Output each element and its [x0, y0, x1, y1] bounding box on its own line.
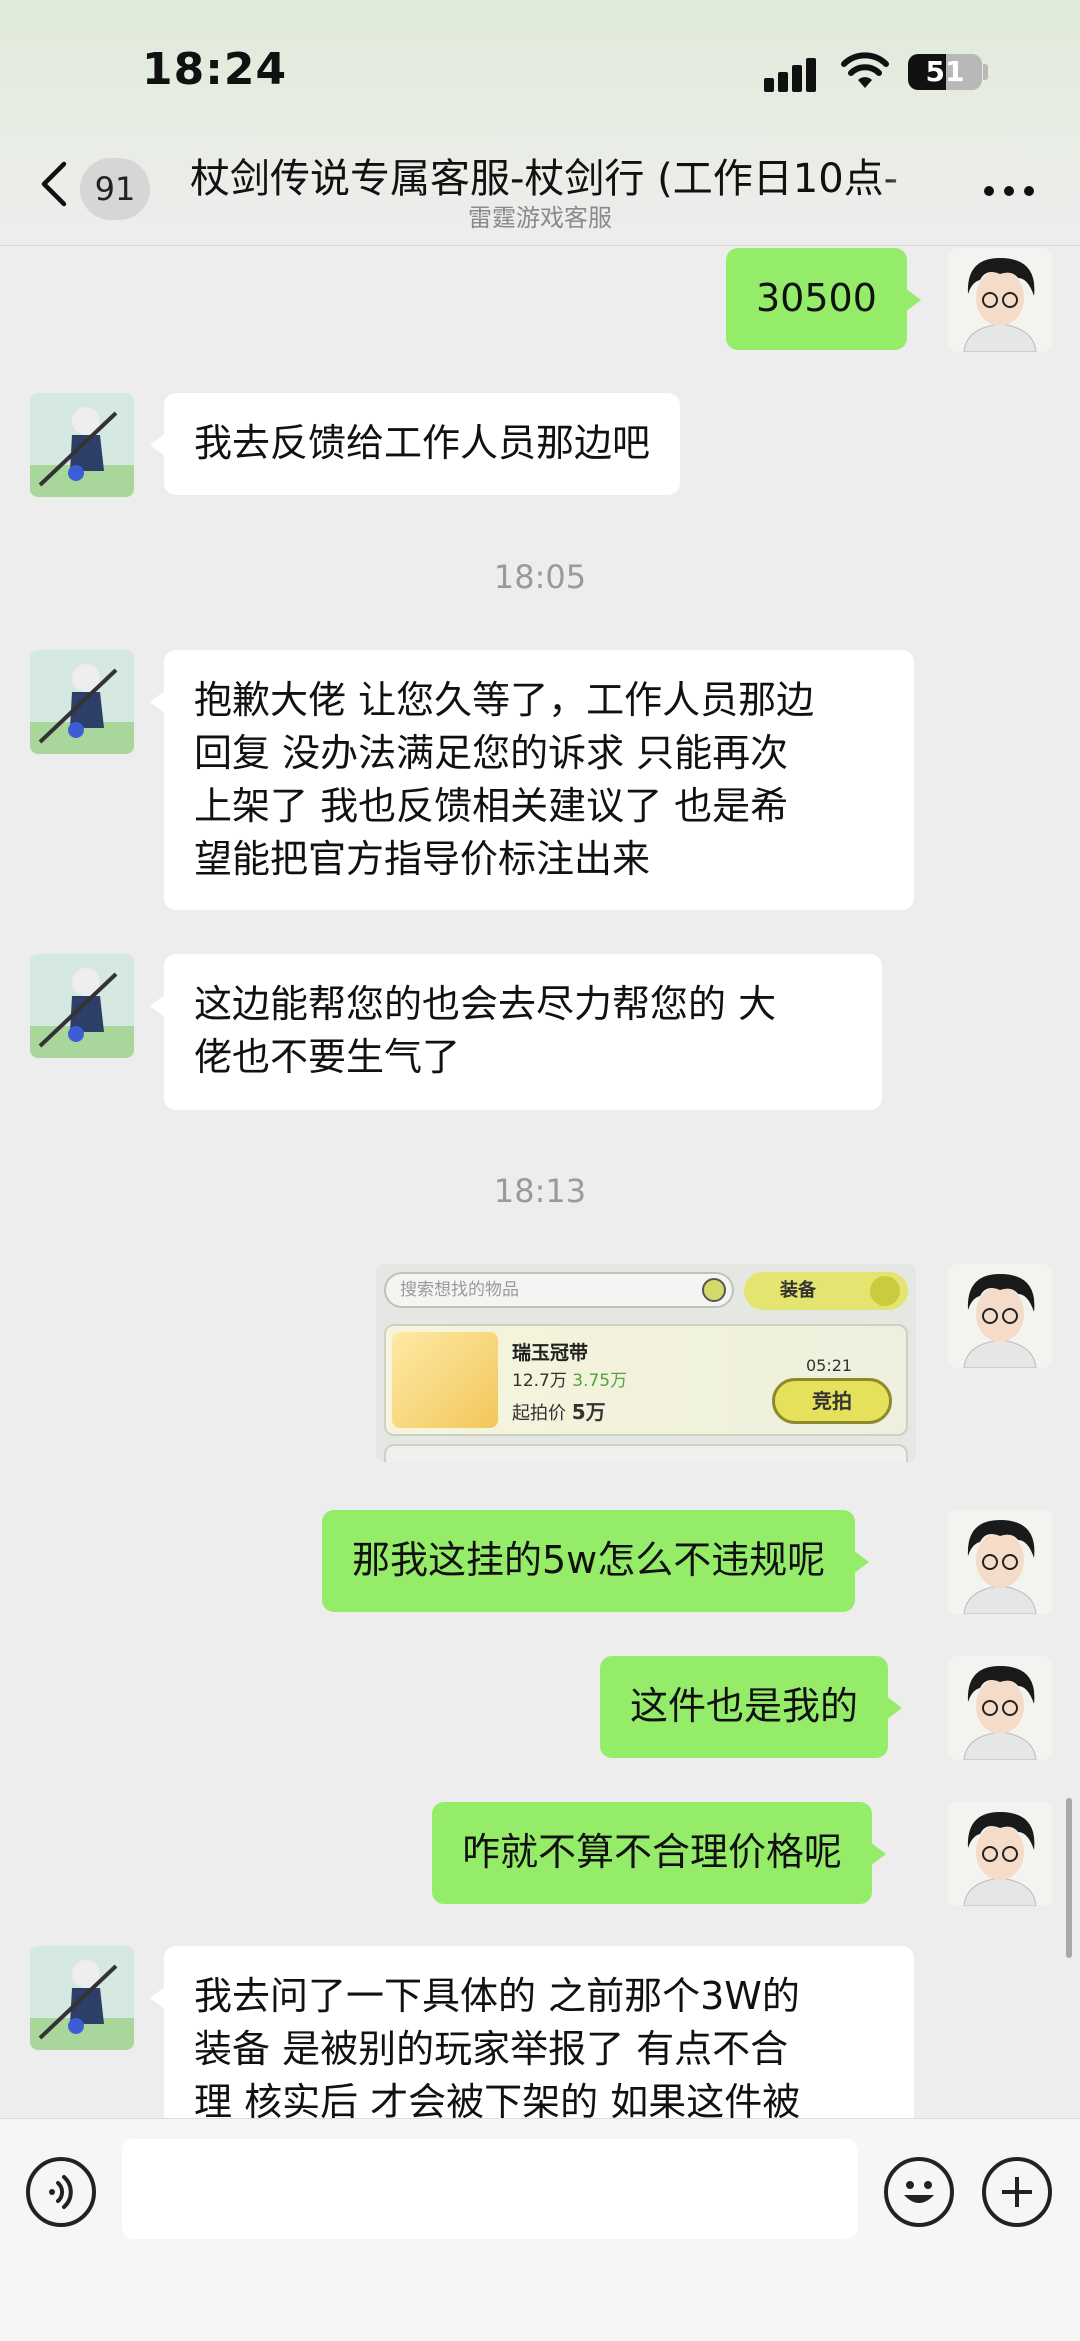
message-line: 我去反馈给工作人员那边吧: [194, 421, 651, 465]
support-message-bubble[interactable]: 我去反馈给工作人员那边吧: [149, 393, 681, 495]
more-options-icon[interactable]: [984, 186, 1036, 198]
status-time: 18:24: [142, 44, 288, 95]
message-text: 30500: [756, 276, 877, 320]
category-filter: 装备: [744, 1272, 908, 1310]
my-avatar[interactable]: [948, 1510, 1052, 1614]
support-message-bubble[interactable]: 这边能帮您的也会去尽力帮您的 大 佬也不要生气了: [150, 954, 882, 1110]
category-label: 装备: [780, 1280, 816, 1301]
support-avatar[interactable]: [30, 650, 134, 754]
message-list[interactable]: 30500 我去反馈给工作人员那边吧 18:05 抱歉大佬 让您久等了，工作人员…: [0, 246, 1080, 2118]
user-avatar-icon: [948, 248, 1052, 352]
auction-item-card: 瑞玉冠带 12.7万 3.75万 起拍价 5万 05:21 竞拍: [384, 1324, 908, 1436]
bid-button: 竞拍: [772, 1378, 892, 1424]
my-avatar[interactable]: [948, 1656, 1052, 1760]
support-message-bubble[interactable]: 抱歉大佬 让您久等了，工作人员那边 回复 没办法满足您的诉求 只能再次 上架了 …: [150, 650, 914, 910]
shared-screenshot-image[interactable]: 搜索想找的物品 装备 瑞玉冠带 12.7万 3.75万 起拍价 5万 05:21…: [376, 1264, 916, 1462]
plus-icon[interactable]: [982, 2157, 1052, 2227]
game-character-avatar-icon: [30, 1946, 134, 2050]
user-avatar-icon: [948, 1510, 1052, 1614]
search-placeholder: 搜索想找的物品: [400, 1280, 519, 1300]
message-line: 抱歉大佬 让您久等了，工作人员那边: [194, 678, 815, 722]
message-line: 佬也不要生气了: [194, 1035, 461, 1079]
game-character-avatar-icon: [30, 393, 134, 497]
battery-tip: [983, 64, 988, 80]
item-price: 12.7万 3.75万: [512, 1366, 627, 1391]
price-value: 12.7万: [512, 1371, 567, 1391]
message-text: 这件也是我的: [630, 1684, 859, 1728]
my-avatar[interactable]: [948, 1802, 1052, 1906]
battery-icon: 51: [908, 54, 982, 90]
support-avatar[interactable]: [30, 954, 134, 1058]
chat-header: 18:24 51 91 杖剑传说专属客服-杖剑行 (工作日10点- 雷霆游戏客服: [0, 0, 1080, 246]
support-avatar[interactable]: [30, 1946, 134, 2050]
search-icon: [702, 1278, 726, 1302]
message-line: 这边能帮您的也会去尽力帮您的 大: [194, 982, 777, 1026]
item-thumbnail: [392, 1332, 498, 1428]
auction-item-card-partial: [384, 1444, 908, 1462]
message-text: 咋就不算不合理价格呢: [462, 1830, 843, 1874]
voice-input-icon[interactable]: [26, 2157, 96, 2227]
game-search-bar: 搜索想找的物品: [384, 1272, 734, 1308]
start-price-label: 起拍价: [512, 1403, 566, 1424]
message-line: 我去问了一下具体的 之前那个3W的: [194, 1974, 800, 2018]
message-input[interactable]: [122, 2139, 858, 2239]
start-price: 起拍价 5万: [512, 1396, 606, 1425]
battery-level: 51: [925, 55, 965, 88]
message-line: 装备 是被别的玩家举报了 有点不合: [194, 2027, 789, 2071]
game-character-avatar-icon: [30, 650, 134, 754]
user-avatar-icon: [948, 1656, 1052, 1760]
support-avatar[interactable]: [30, 393, 134, 497]
message-line: 回复 没办法满足您的诉求 只能再次: [194, 731, 789, 775]
my-message-bubble[interactable]: 那我这挂的5w怎么不违规呢: [322, 1510, 870, 1612]
my-message-bubble[interactable]: 咋就不算不合理价格呢: [432, 1802, 887, 1904]
my-avatar[interactable]: [948, 248, 1052, 352]
my-message-bubble[interactable]: 30500: [726, 248, 921, 350]
user-avatar-icon: [948, 1802, 1052, 1906]
scrollbar[interactable]: [1066, 1798, 1072, 1958]
price-change: 3.75万: [572, 1371, 628, 1391]
message-line: 理 核实后 才会被下架的 如果这件被: [194, 2080, 801, 2118]
chevron-down-icon: [870, 1276, 900, 1306]
timestamp: 18:13: [493, 1172, 587, 1210]
support-message-bubble[interactable]: 我去问了一下具体的 之前那个3W的 装备 是被别的玩家举报了 有点不合 理 核实…: [150, 1946, 914, 2118]
message-line: 上架了 我也反馈相关建议了 也是希: [194, 784, 789, 828]
cellular-signal-icon: [764, 56, 824, 92]
message-line: 望能把官方指导价标注出来: [194, 837, 651, 881]
message-text: 那我这挂的5w怎么不违规呢: [352, 1538, 826, 1582]
my-avatar[interactable]: [948, 1264, 1052, 1368]
input-bar: [0, 2118, 1080, 2341]
my-message-bubble[interactable]: 这件也是我的: [600, 1656, 903, 1758]
chat-subtitle: 雷霆游戏客服: [468, 204, 612, 232]
timestamp: 18:05: [493, 558, 587, 596]
wifi-icon: [841, 52, 889, 88]
game-character-avatar-icon: [30, 954, 134, 1058]
chat-title: 杖剑传说专属客服-杖剑行 (工作日10点-: [190, 156, 899, 202]
start-price-value: 5万: [571, 1400, 606, 1424]
emoji-icon[interactable]: [884, 2157, 954, 2227]
auction-timer: 05:21: [806, 1356, 853, 1375]
item-name: 瑞玉冠带: [512, 1342, 589, 1364]
user-avatar-icon: [948, 1264, 1052, 1368]
